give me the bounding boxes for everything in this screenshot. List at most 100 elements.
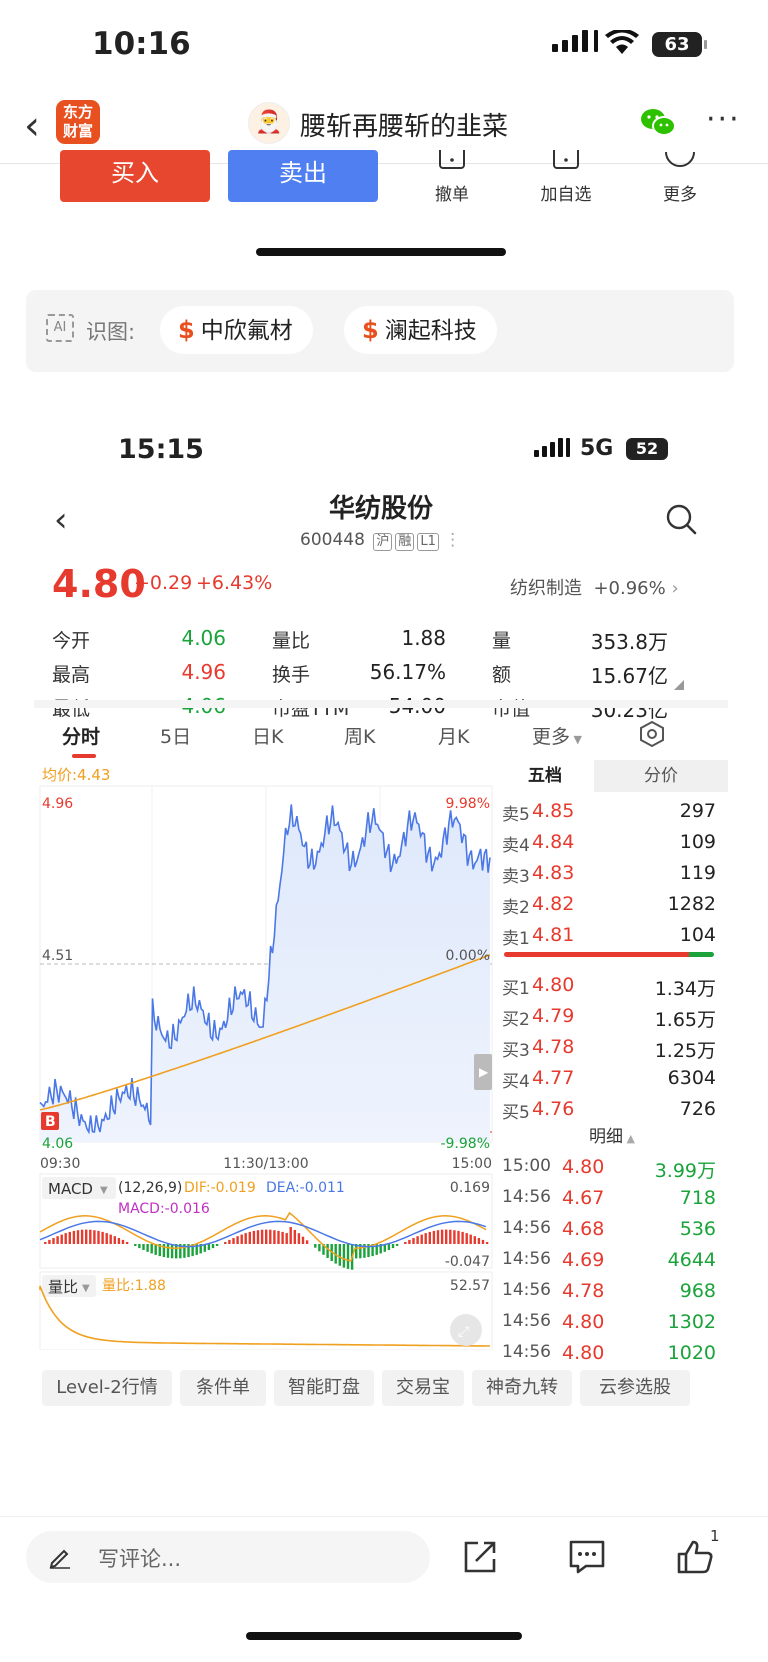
quote-value: 353.8万	[590, 630, 668, 654]
buy-button[interactable]: 买入	[60, 150, 210, 202]
magic-nine-button[interactable]: 神奇九转	[472, 1370, 572, 1406]
buy-marker-label: B	[45, 1114, 56, 1130]
add-watchlist-icon	[553, 150, 579, 169]
stock-chip[interactable]: $ 澜起科技	[344, 306, 497, 354]
tools-row: Level-2行情 条件单 智能盯盘 交易宝 神奇九转 云参选股	[34, 1370, 728, 1410]
time-label-mid: 11:30/13:00	[223, 1156, 308, 1172]
status-bar: 10:16 63	[0, 0, 768, 90]
vol-ratio-top-label: 52.57	[450, 1278, 490, 1294]
dea-value: DEA:-0.011	[266, 1180, 345, 1196]
settings-hexagon-icon[interactable]	[638, 720, 666, 748]
avg-price-label: 均价:4.43	[42, 766, 110, 784]
chart-tabs: 分时 5日 日K 周K 月K 更多 ▼	[34, 710, 728, 760]
dollar-icon: $	[178, 316, 195, 344]
cancel-order-icon	[439, 150, 465, 169]
share-icon[interactable]	[462, 1539, 498, 1575]
trade-tick-row: 14:56 4.67 718	[502, 1187, 716, 1209]
expand-corner-icon[interactable]	[674, 680, 684, 690]
dropdown-icon: ▼	[100, 1185, 108, 1196]
quote-value: 4.06	[181, 626, 226, 650]
quote-value: 56.17%	[369, 660, 446, 684]
market-tag: 沪	[373, 533, 393, 551]
like-icon[interactable]	[676, 1539, 714, 1575]
wechat-icon[interactable]	[640, 108, 676, 138]
vol-ratio-value: 量比:1.88	[102, 1278, 166, 1294]
industry-link[interactable]: 纺织制造 +0.96% ›	[510, 574, 679, 600]
margin-tag: 融	[395, 533, 415, 551]
tab-daily-k[interactable]: 日K	[252, 722, 283, 749]
order-book-row: 卖3 4.83 119	[502, 862, 716, 887]
order-book-row: 卖2 4.82 1282	[502, 893, 716, 918]
sell-button[interactable]: 卖出	[228, 150, 378, 202]
search-icon[interactable]	[664, 502, 698, 536]
low-pct-label: -9.98%	[440, 1136, 490, 1152]
trade-tick-row: 14:56 4.80 1020	[502, 1342, 716, 1364]
embedded-screenshot: 15:15 5G 52 ‹ 华纺股份 600448 沪融 L1 ⋮ 4.80 +0…	[34, 410, 728, 1510]
chevron-right-icon: ▶	[479, 1065, 489, 1079]
order-book-row: 买3 4.78 1.25万	[502, 1036, 716, 1062]
info-dots-icon[interactable]: ⋮	[444, 530, 461, 550]
prev-close-pct-label: 0.00%	[446, 948, 490, 964]
high-pct-label: 9.98%	[446, 796, 490, 812]
smart-watch-button[interactable]: 智能盯盘	[274, 1370, 374, 1406]
level-tag: L1	[417, 533, 439, 551]
order-book-row: 买1 4.80 1.34万	[502, 974, 716, 1000]
author-avatar[interactable]: 🎅	[248, 102, 290, 144]
back-icon[interactable]: ‹	[24, 106, 40, 146]
tab-intraday[interactable]: 分时	[62, 722, 100, 749]
current-price: 4.80	[52, 562, 146, 606]
tab-weekly-k[interactable]: 周K	[344, 722, 375, 749]
cellular-signal-icon	[552, 30, 598, 52]
active-tab-indicator	[72, 754, 96, 758]
more-circle-icon	[665, 151, 695, 167]
comment-input[interactable]: 写评论...	[26, 1531, 430, 1583]
more-menu-icon[interactable]: ···	[706, 102, 741, 137]
dollar-icon: $	[362, 316, 379, 344]
quote-value: 15.67亿	[590, 664, 668, 688]
macd-indicator-label: MACD	[48, 1180, 93, 1198]
like-count: 1	[710, 1527, 720, 1545]
quote-label: 今开	[52, 630, 91, 652]
bid-ask-ratio-bar	[504, 952, 714, 957]
conditional-order-button[interactable]: 条件单	[180, 1370, 266, 1406]
price-change: +0.29	[134, 572, 193, 594]
stock-name: 华纺股份	[328, 494, 433, 524]
vol-ratio-indicator-label: 量比	[48, 1278, 78, 1296]
quote-value: 1.88	[401, 626, 446, 650]
quote-label: 量	[492, 630, 512, 652]
low-price-label: 4.06	[42, 1136, 73, 1152]
quote-value: 4.96	[181, 660, 226, 684]
level2-button[interactable]: Level-2行情	[42, 1370, 172, 1406]
cancel-order-button[interactable]: 撤单	[412, 150, 492, 205]
tab-monthly-k[interactable]: 月K	[438, 722, 469, 749]
macd-top-label: 0.169	[450, 1180, 490, 1196]
add-watchlist-button[interactable]: 加自选	[526, 150, 606, 205]
more-actions-button[interactable]: 更多	[640, 150, 720, 205]
inner-signal-icon	[534, 438, 570, 457]
comments-icon[interactable]	[568, 1539, 606, 1575]
inner-status-time: 15:15	[118, 434, 204, 465]
tab-five-levels[interactable]: 五档	[496, 760, 594, 792]
order-book-row: 卖4 4.84 109	[502, 831, 716, 856]
recognition-label: 识图:	[86, 320, 136, 344]
network-label: 5G	[580, 436, 614, 461]
tab-more[interactable]: 更多 ▼	[532, 722, 582, 749]
divider	[34, 700, 728, 708]
tab-price-distribution[interactable]: 分价	[594, 760, 728, 792]
home-indicator	[256, 248, 506, 256]
stock-code-row: 600448 沪融 L1 ⋮	[300, 530, 462, 551]
image-recognition-bar: AI 识图: $ 中欣氟材 $ 澜起科技	[26, 290, 734, 372]
cloud-stock-pick-button[interactable]: 云参选股	[580, 1370, 690, 1406]
trade-tick-row: 14:56 4.80 1302	[502, 1311, 716, 1333]
macd-value: MACD:-0.016	[118, 1201, 210, 1217]
tab-5day[interactable]: 5日	[160, 722, 191, 749]
quote-label: 量比	[272, 630, 311, 652]
stock-chip[interactable]: $ 中欣氟材	[160, 306, 313, 354]
inner-battery-indicator: 52	[626, 438, 668, 460]
wifi-icon	[605, 30, 639, 54]
pencil-icon	[49, 1549, 70, 1569]
detail-header[interactable]: 明细 ▲	[496, 1122, 728, 1147]
author-name[interactable]: 腰斩再腰斩的韭菜	[300, 106, 508, 143]
order-book-row: 买2 4.79 1.65万	[502, 1005, 716, 1031]
trade-treasure-button[interactable]: 交易宝	[382, 1370, 464, 1406]
